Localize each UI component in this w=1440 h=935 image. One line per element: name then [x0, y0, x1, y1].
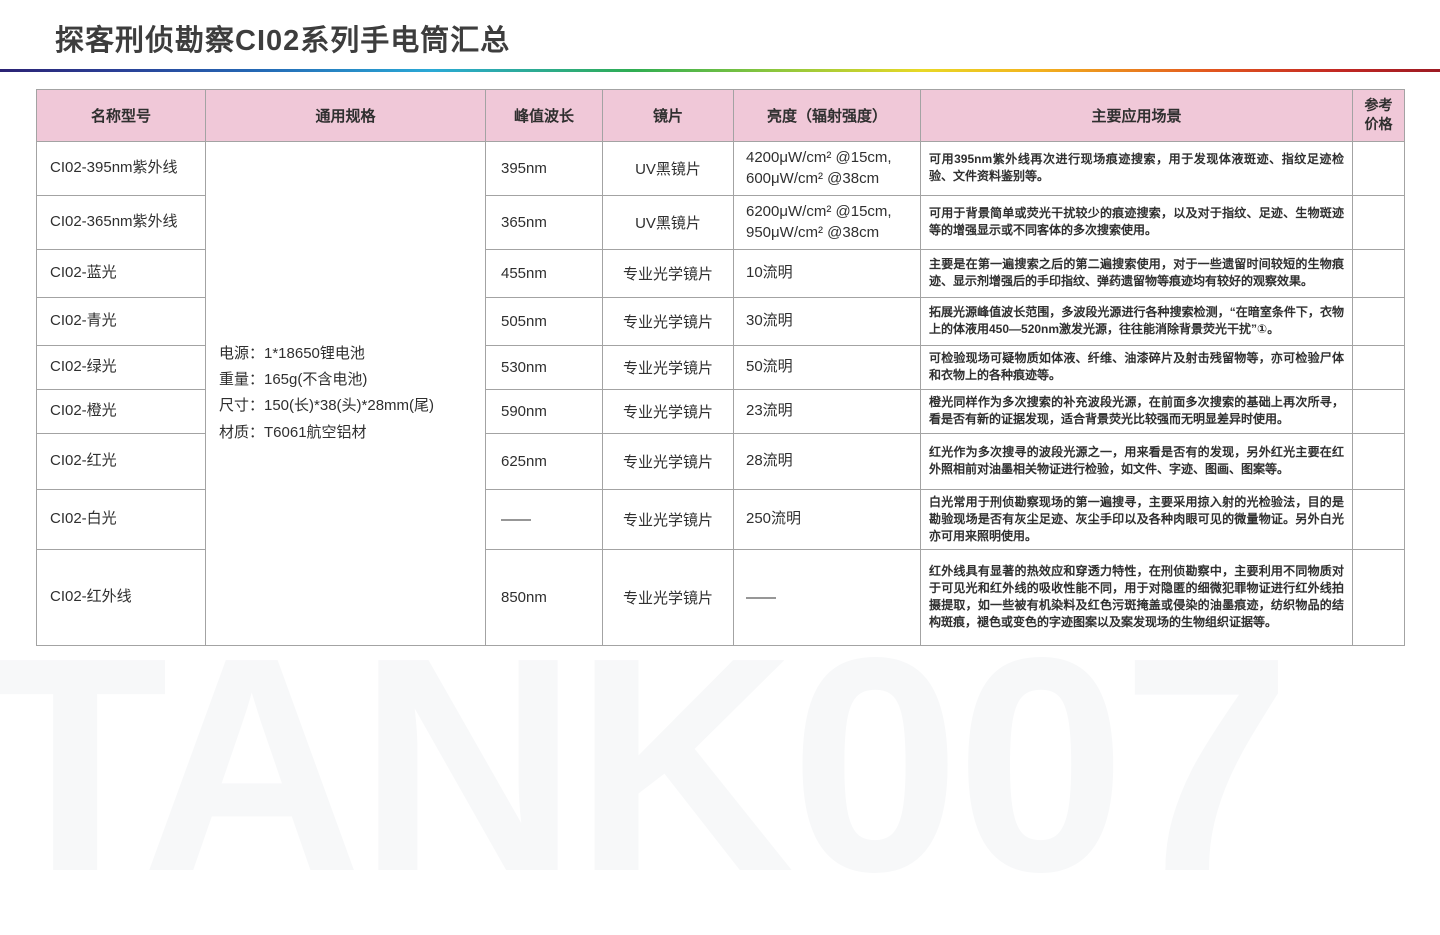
col-header-wavelength: 峰值波长 — [486, 89, 603, 141]
lens-cell: UV黑镜片 — [603, 195, 734, 249]
wavelength-cell: 850nm — [486, 549, 603, 645]
scenario-cell: 白光常用于刑侦勘察现场的第一遍搜寻，主要采用掠入射的光检验法，目的是勘验现场是否… — [921, 489, 1353, 549]
lens-cell: 专业光学镜片 — [603, 345, 734, 389]
model-cell: CI02-395nm紫外线 — [37, 141, 206, 195]
lens-cell: 专业光学镜片 — [603, 489, 734, 549]
lens-cell: 专业光学镜片 — [603, 297, 734, 345]
lens-cell: UV黑镜片 — [603, 141, 734, 195]
scenario-cell: 橙光同样作为多次搜索的补充波段光源，在前面多次搜索的基础上再次所寻，看是否有新的… — [921, 389, 1353, 433]
brightness-cell: —— — [734, 549, 921, 645]
header-row: 名称型号 通用规格 峰值波长 镜片 亮度（辐射强度） 主要应用场景 参考 价格 — [37, 89, 1405, 141]
page-header: 探客刑侦勘察CI02系列手电筒汇总 — [0, 0, 1440, 72]
price-cell — [1353, 433, 1405, 489]
price-cell — [1353, 489, 1405, 549]
lens-cell: 专业光学镜片 — [603, 389, 734, 433]
wavelength-cell: 505nm — [486, 297, 603, 345]
model-cell: CI02-青光 — [37, 297, 206, 345]
brightness-cell: 6200μW/cm² @15cm, 950μW/cm² @38cm — [734, 195, 921, 249]
scenario-cell: 红光作为多次搜寻的波段光源之一，用来看是否有的发现，另外红光主要在红外照相前对油… — [921, 433, 1353, 489]
scenario-cell: 红外线具有显著的热效应和穿透力特性，在刑侦勘察中，主要利用不同物质对于可见光和红… — [921, 549, 1353, 645]
model-cell: CI02-白光 — [37, 489, 206, 549]
col-header-scenario: 主要应用场景 — [921, 89, 1353, 141]
price-cell — [1353, 345, 1405, 389]
price-cell — [1353, 549, 1405, 645]
col-header-specs: 通用规格 — [206, 89, 486, 141]
lens-cell: 专业光学镜片 — [603, 433, 734, 489]
brightness-cell: 10流明 — [734, 249, 921, 297]
wavelength-cell: 590nm — [486, 389, 603, 433]
wavelength-cell: 455nm — [486, 249, 603, 297]
model-cell: CI02-红光 — [37, 433, 206, 489]
model-cell: CI02-红外线 — [37, 549, 206, 645]
brightness-cell: 250流明 — [734, 489, 921, 549]
wavelength-cell: 625nm — [486, 433, 603, 489]
brightness-cell: 28流明 — [734, 433, 921, 489]
brightness-cell: 30流明 — [734, 297, 921, 345]
price-cell — [1353, 297, 1405, 345]
brand-watermark: TANK007 — [0, 612, 1287, 917]
table-row: CI02-395nm紫外线 电源：1*18650锂电池 重量：165g(不含电池… — [37, 141, 1405, 195]
model-cell: CI02-蓝光 — [37, 249, 206, 297]
model-cell: CI02-橙光 — [37, 389, 206, 433]
wavelength-cell: 365nm — [486, 195, 603, 249]
brightness-cell: 50流明 — [734, 345, 921, 389]
brightness-cell: 4200μW/cm² @15cm, 600μW/cm² @38cm — [734, 141, 921, 195]
price-cell — [1353, 195, 1405, 249]
price-cell — [1353, 249, 1405, 297]
col-header-brightness: 亮度（辐射强度） — [734, 89, 921, 141]
col-header-lens: 镜片 — [603, 89, 734, 141]
rainbow-divider — [0, 69, 1440, 72]
price-cell — [1353, 141, 1405, 195]
scenario-cell: 可检验现场可疑物质如体液、纤维、油漆碎片及射击残留物等，亦可检验尸体和衣物上的各… — [921, 345, 1353, 389]
col-header-price: 参考 价格 — [1353, 89, 1405, 141]
wavelength-cell: 530nm — [486, 345, 603, 389]
scenario-cell: 可用395nm紫外线再次进行现场痕迹搜索，用于发现体液斑迹、指纹足迹检验、文件资… — [921, 141, 1353, 195]
lens-cell: 专业光学镜片 — [603, 549, 734, 645]
lens-cell: 专业光学镜片 — [603, 249, 734, 297]
wavelength-cell: 395nm — [486, 141, 603, 195]
scenario-cell: 可用于背景简单或荧光干扰较少的痕迹搜索，以及对于指纹、足迹、生物斑迹等的增强显示… — [921, 195, 1353, 249]
brightness-cell: 23流明 — [734, 389, 921, 433]
wavelength-cell: —— — [486, 489, 603, 549]
col-header-model: 名称型号 — [37, 89, 206, 141]
price-cell — [1353, 389, 1405, 433]
model-cell: CI02-365nm紫外线 — [37, 195, 206, 249]
flashlight-spec-table: 名称型号 通用规格 峰值波长 镜片 亮度（辐射强度） 主要应用场景 参考 价格 … — [36, 89, 1405, 646]
scenario-cell: 主要是在第一遍搜索之后的第二遍搜索使用，对于一些遗留时间较短的生物痕迹、显示剂增… — [921, 249, 1353, 297]
page-title: 探客刑侦勘察CI02系列手电筒汇总 — [55, 24, 1440, 59]
model-cell: CI02-绿光 — [37, 345, 206, 389]
scenario-cell: 拓展光源峰值波长范围，多波段光源进行各种搜索检测，“在暗室条件下，衣物上的体液用… — [921, 297, 1353, 345]
specs-cell: 电源：1*18650锂电池 重量：165g(不含电池) 尺寸：150(长)*38… — [206, 141, 486, 645]
